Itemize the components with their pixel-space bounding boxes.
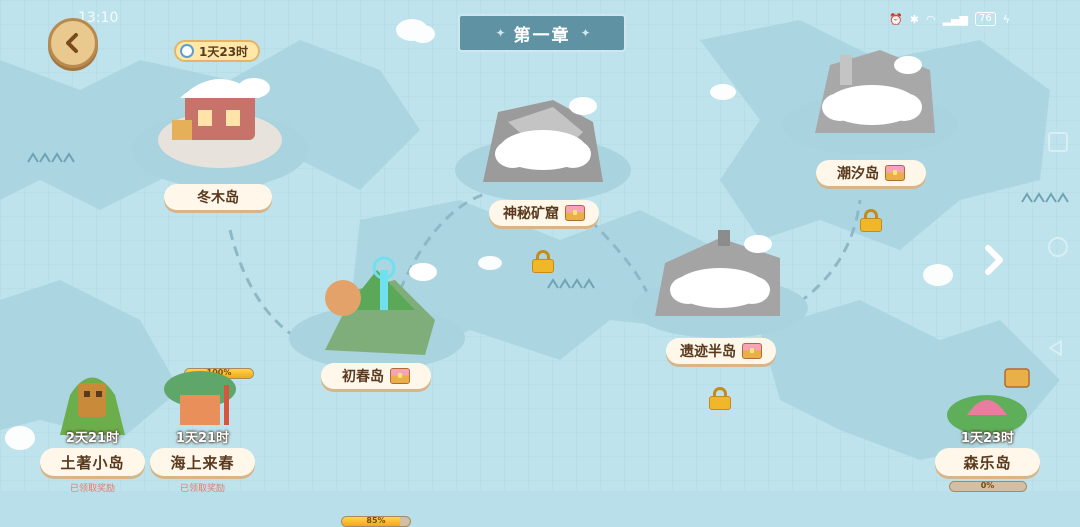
island-tidal[interactable]: 潮汐岛 [780,45,965,232]
spring-sea-image [164,371,236,425]
ornament-icon: ✦ [495,26,505,40]
mine-island-image [455,97,631,202]
tidal-island-image [782,50,958,155]
charging-icon: ϟ [1002,12,1010,26]
island-winter[interactable]: 1天23时 冬木岛 100% [130,40,310,379]
alarm-icon: ⏰ [889,12,903,26]
system-back-triangle-icon[interactable] [1046,338,1070,362]
bluetooth-icon: ✱ [909,12,919,26]
lock-icon [709,387,731,410]
treasure-chest-icon[interactable] [565,205,585,221]
chapter-title: 第一章 [513,25,571,46]
island-label: 遗迹半岛 [666,338,776,364]
next-chapter-arrow[interactable] [980,242,1010,278]
forest-island-image [947,368,1030,435]
island-early-spring[interactable]: 初春岛 85% [285,250,470,527]
treasure-chest-icon[interactable] [885,165,905,181]
back-arrow-icon [66,33,78,53]
event-reward-status: 已领取奖励 [179,484,225,494]
event-name: 土著小岛 [40,448,145,476]
lock-icon [860,209,882,232]
treasure-chest-icon[interactable] [742,343,762,359]
ornament-icon: ✦ [580,26,591,40]
event-progress-bar: 0% [948,481,1027,492]
event-name: 海上来春 [150,448,255,476]
clock-icon [180,44,194,58]
tribal-island-image [60,377,125,435]
chapter-title-banner: ✦ 第一章 ✦ [458,14,626,52]
island-mystery-mine[interactable]: 神秘矿窟 [453,92,633,273]
treasure-chest-icon[interactable] [390,368,410,384]
event-reward-status: 已领取奖励 [69,484,115,494]
winter-island-image [132,78,308,188]
island-ruins-peninsula[interactable]: 遗迹半岛 [630,228,810,410]
island-label: 冬木岛 [164,184,272,210]
ruins-island-image [632,230,808,338]
back-button[interactable] [48,18,98,68]
event-name: 森乐岛 [935,448,1040,476]
event-tribal-island[interactable]: 2天21时 土著小岛 已领取奖励 [40,365,145,494]
island-label: 潮汐岛 [816,160,926,186]
event-forest-joy-island[interactable]: 1天23时 森乐岛 0% [935,365,1040,492]
signal-icon: ▂▄▆ [942,12,968,26]
system-square-icon[interactable] [1046,130,1070,154]
system-circle-icon[interactable] [1046,235,1070,259]
lock-icon [532,250,554,273]
chevron-right-icon [985,245,1003,275]
spring-island-image [289,256,465,370]
island-progress-bar: 85% [341,516,411,527]
wifi-icon: ◠ [926,12,936,26]
event-spring-at-sea[interactable]: 1天21时 海上来春 已领取奖励 [150,365,255,494]
island-label: 初春岛 [321,363,431,389]
status-icons: ⏰ ✱ ◠ ▂▄▆ 76 ϟ [889,12,1010,26]
battery-level: 76 [975,12,996,26]
island-timer: 1天23时 [174,40,261,62]
island-label: 神秘矿窟 [489,200,599,226]
